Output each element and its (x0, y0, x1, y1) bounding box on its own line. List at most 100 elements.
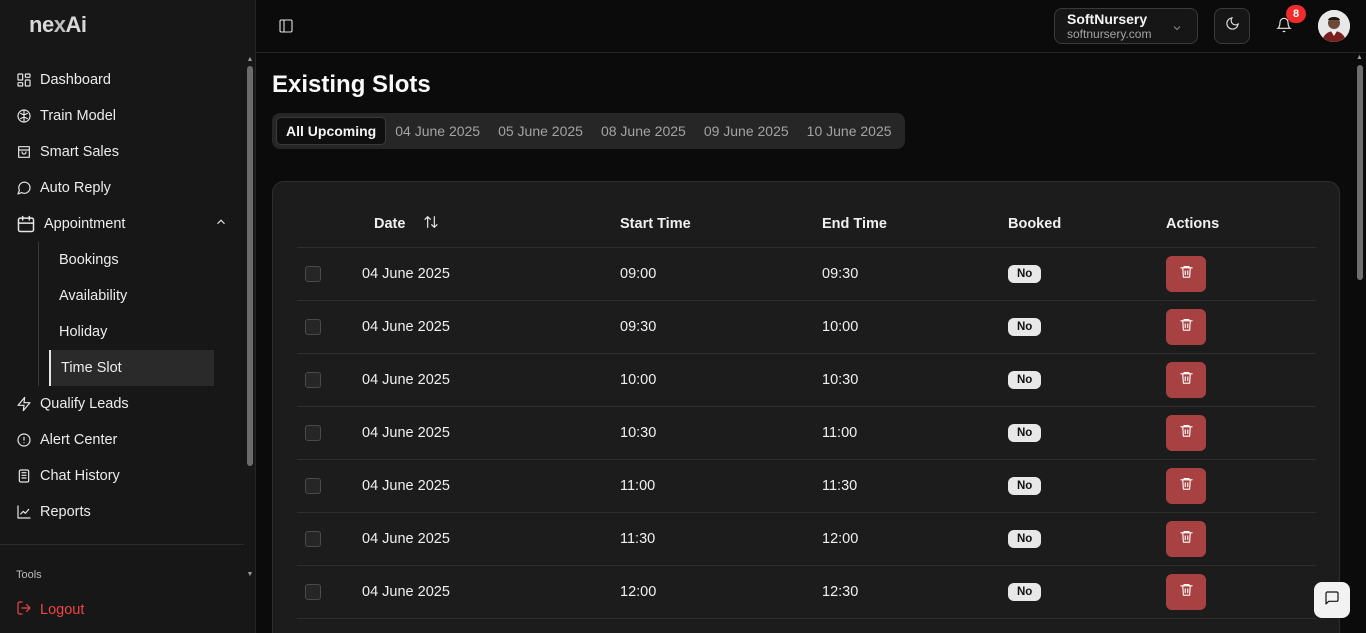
end-time-cell: 11:30 (822, 459, 1008, 513)
sidebar-item-label: Bookings (59, 252, 119, 268)
trash-icon (1179, 370, 1194, 389)
chevron-up-icon[interactable] (214, 215, 228, 233)
sidebar-item-train-model[interactable]: Train Model (0, 98, 244, 134)
booked-cell: No (1008, 459, 1166, 513)
avatar[interactable] (1318, 10, 1350, 42)
main-scrollbar[interactable]: ▲ (1354, 54, 1366, 633)
trash-icon (1179, 529, 1194, 548)
actions-cell (1166, 353, 1316, 407)
notification-badge: 8 (1286, 5, 1306, 23)
row-checkbox[interactable] (305, 424, 321, 441)
booked-cell: No (1008, 512, 1166, 566)
date-cell: 04 June 2025 (362, 565, 620, 619)
sidebar-item-auto-reply[interactable]: Auto Reply (0, 170, 244, 206)
checkbox-cell (297, 512, 362, 566)
delete-slot-button[interactable] (1166, 308, 1206, 345)
actions-cell (1166, 300, 1316, 354)
booked-cell: No (1008, 353, 1166, 407)
booked-cell: No (1008, 247, 1166, 301)
sidebar-item-reports[interactable]: Reports (0, 494, 244, 530)
sidebar-item-label: Smart Sales (40, 144, 119, 160)
tab-all-upcoming[interactable]: All Upcoming (276, 117, 387, 145)
tab-date[interactable]: 04 June 2025 (386, 117, 489, 145)
sidebar-toggle-icon[interactable] (278, 18, 294, 34)
delete-slot-button[interactable] (1166, 573, 1206, 610)
tab-date[interactable]: 08 June 2025 (592, 117, 695, 145)
sidebar-item-appointment[interactable]: Appointment (0, 206, 244, 242)
checkbox-cell (297, 459, 362, 513)
end-time-cell: 09:30 (822, 247, 1008, 301)
sidebar-divider (0, 544, 244, 545)
scroll-up-arrow-icon[interactable]: ▲ (1356, 54, 1363, 61)
sidebar-item-time-slot[interactable]: Time Slot (49, 350, 214, 386)
start-time-cell: 11:30 (620, 512, 822, 566)
row-checkbox[interactable] (305, 530, 321, 547)
actions-cell (1166, 406, 1316, 460)
booked-status-badge: No (1008, 317, 1042, 336)
checkbox-cell (297, 300, 362, 354)
sidebar-item-qualify-leads[interactable]: Qualify Leads (0, 386, 244, 422)
scroll-down-arrow-icon[interactable]: ▼ (246, 571, 254, 578)
column-header-end-time: End Time (822, 202, 1008, 248)
booked-status-badge: No (1008, 476, 1042, 495)
sidebar-item-label: Availability (59, 288, 128, 304)
start-time-cell: 10:30 (620, 406, 822, 460)
row-checkbox[interactable] (305, 371, 321, 388)
sidebar-item-label: Chat History (40, 468, 120, 484)
app-logo[interactable]: nexAi (29, 12, 87, 38)
sidebar-item-alert-center[interactable]: Alert Center (0, 422, 244, 458)
row-checkbox[interactable] (305, 318, 321, 335)
actions-cell (1166, 512, 1316, 566)
sort-arrows-icon[interactable] (423, 214, 439, 234)
table-header-row: Date Start Time End Time Booked Actions (297, 202, 1316, 248)
date-cell: 04 June 2025 (362, 247, 620, 301)
end-time-cell: 12:00 (822, 512, 1008, 566)
theme-toggle-button[interactable] (1214, 8, 1250, 44)
tab-date[interactable]: 05 June 2025 (489, 117, 592, 145)
sidebar-item-bookings[interactable]: Bookings (39, 242, 214, 278)
sidebar-scrollbar[interactable]: ▲ ▼ (246, 56, 254, 578)
delete-slot-button[interactable] (1166, 361, 1206, 398)
sidebar-section-label: Tools (16, 569, 42, 578)
message-circle-icon (16, 180, 32, 196)
workspace-switcher[interactable]: SoftNursery softnursery.com (1054, 8, 1198, 44)
column-header-start-time: Start Time (620, 202, 822, 248)
row-checkbox[interactable] (305, 583, 321, 600)
sidebar: nexAi Dashboard Train Model Smart Sales … (0, 0, 256, 633)
tab-date[interactable]: 10 June 2025 (798, 117, 901, 145)
actions-cell (1166, 459, 1316, 513)
booked-cell: No (1008, 565, 1166, 619)
slots-table: Date Start Time End Time Booked Actions … (297, 202, 1316, 619)
end-time-cell: 10:00 (822, 300, 1008, 354)
delete-slot-button[interactable] (1166, 520, 1206, 557)
scrollbar-thumb[interactable] (1357, 65, 1363, 280)
tab-date[interactable]: 09 June 2025 (695, 117, 798, 145)
row-checkbox[interactable] (305, 477, 321, 494)
sidebar-item-dashboard[interactable]: Dashboard (0, 62, 244, 98)
start-time-cell: 11:00 (620, 459, 822, 513)
delete-slot-button[interactable] (1166, 467, 1206, 504)
column-header-date[interactable]: Date (362, 202, 620, 248)
scroll-up-arrow-icon[interactable]: ▲ (246, 56, 254, 63)
brain-icon (16, 108, 32, 124)
sidebar-item-chat-history[interactable]: Chat History (0, 458, 244, 494)
sidebar-item-label: Alert Center (40, 432, 118, 448)
row-checkbox[interactable] (305, 265, 321, 282)
delete-slot-button[interactable] (1166, 255, 1206, 292)
scrollbar-thumb[interactable] (247, 66, 253, 466)
trash-icon (1179, 264, 1194, 283)
delete-slot-button[interactable] (1166, 414, 1206, 451)
logout-button[interactable]: Logout (16, 600, 84, 620)
alert-circle-icon (16, 432, 32, 448)
sidebar-item-holiday[interactable]: Holiday (39, 314, 214, 350)
main-content: Existing Slots All Upcoming 04 June 2025… (256, 54, 1354, 633)
start-time-cell: 09:00 (620, 247, 822, 301)
sidebar-item-smart-sales[interactable]: Smart Sales (0, 134, 244, 170)
table-row: 04 June 2025 10:30 11:00 No (297, 406, 1316, 460)
sidebar-item-availability[interactable]: Availability (39, 278, 214, 314)
shopping-bag-icon (16, 144, 32, 160)
date-cell: 04 June 2025 (362, 459, 620, 513)
end-time-cell: 10:30 (822, 353, 1008, 407)
chat-widget-button[interactable] (1314, 582, 1350, 618)
header-checkbox-cell (297, 202, 362, 248)
